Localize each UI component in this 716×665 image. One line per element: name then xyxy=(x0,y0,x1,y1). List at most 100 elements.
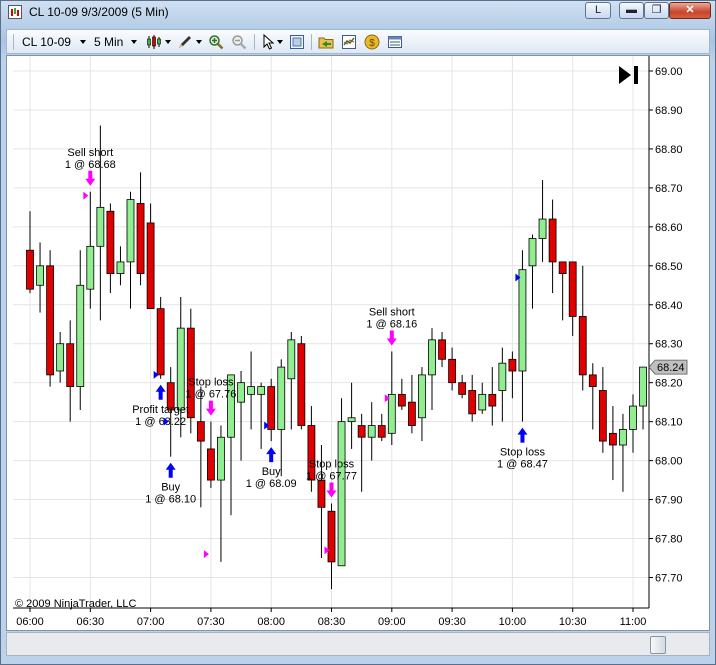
y-tick-label: 67.70 xyxy=(655,572,683,584)
candle-up xyxy=(217,425,225,562)
maximize-button[interactable]: ❐ xyxy=(644,2,669,19)
interval-selector[interactable]: 5 Min xyxy=(94,35,123,49)
zoom-in-icon[interactable] xyxy=(208,34,224,50)
candle-body xyxy=(598,390,607,442)
candle-up xyxy=(257,382,266,449)
chart-window: CL 10-09 9/3/2009 (5 Min) L ▬ ❐ ✕ CL 10-… xyxy=(0,0,716,665)
horizontal-scrollbar[interactable] xyxy=(6,632,710,656)
y-tick-label: 68.40 xyxy=(655,300,683,312)
candle-down xyxy=(407,374,416,434)
drawing-pencil-icon[interactable] xyxy=(177,34,193,50)
candle-body xyxy=(578,316,587,376)
candle-up xyxy=(538,180,547,262)
candle-down xyxy=(357,413,366,492)
candle-down xyxy=(609,406,617,481)
execution-label: Sell short xyxy=(67,147,113,159)
x-tick-label: 07:00 xyxy=(137,616,165,628)
candle-up xyxy=(639,366,647,430)
candle-body xyxy=(639,366,647,407)
cursor-dropdown-icon[interactable] xyxy=(277,40,283,44)
go-to-end-button[interactable] xyxy=(614,64,644,86)
candle-body xyxy=(629,405,637,430)
link-button[interactable]: L xyxy=(585,2,611,19)
title-bar[interactable]: CL 10-09 9/3/2009 (5 Min) L ▬ ❐ ✕ xyxy=(1,1,715,25)
candle-down xyxy=(458,374,467,399)
candle-body xyxy=(367,425,376,438)
execution-detail: 1 @ 67.77 xyxy=(306,470,357,482)
candle-down xyxy=(106,203,115,294)
candlestick-style-dropdown-icon[interactable] xyxy=(165,40,171,44)
candle-body xyxy=(588,374,597,387)
candle-body xyxy=(407,401,416,426)
execution-label: Stop loss xyxy=(309,458,355,470)
candle-down xyxy=(588,363,597,430)
candle-body xyxy=(26,249,34,290)
candle-body xyxy=(146,222,155,310)
candle-body xyxy=(176,327,185,411)
data-table-icon[interactable] xyxy=(387,34,403,50)
candle-body xyxy=(287,339,296,380)
candle-body xyxy=(619,429,627,446)
candle-body xyxy=(206,448,215,481)
candle-down xyxy=(327,503,336,590)
scrollbar-thumb[interactable] xyxy=(650,636,666,654)
candle-body xyxy=(357,425,366,438)
candle-body xyxy=(327,510,336,563)
candle-up xyxy=(418,367,426,442)
candle-body xyxy=(136,203,145,274)
candle-up xyxy=(36,242,44,313)
candle-down xyxy=(438,332,446,368)
instrument-selector[interactable]: CL 10-09 xyxy=(22,35,71,49)
chart-panel[interactable]: Sell short 1 @ 68.68 Profit target 1 @ 68.2… xyxy=(6,55,710,631)
candle-body xyxy=(377,425,386,438)
cursor-arrow-icon[interactable] xyxy=(261,34,277,50)
candle-body xyxy=(558,261,567,274)
candle-body xyxy=(126,199,135,263)
close-button[interactable]: ✕ xyxy=(669,2,711,19)
candle-up xyxy=(428,328,436,410)
sell-arrow-icon xyxy=(205,400,216,416)
x-tick-label: 07:30 xyxy=(197,616,225,628)
execution-label: Buy xyxy=(262,466,281,478)
candle-body xyxy=(528,238,537,267)
candle-body xyxy=(428,339,436,376)
x-tick-label: 09:00 xyxy=(378,616,406,628)
instrument-dropdown-icon[interactable] xyxy=(80,40,86,44)
zoom-out-icon[interactable] xyxy=(231,34,247,50)
last-price-marker: 68.24 xyxy=(648,359,688,375)
candle-body xyxy=(397,393,406,407)
candle-body xyxy=(548,218,557,263)
candle-down xyxy=(448,347,457,391)
candle-up xyxy=(629,394,637,453)
chart-properties-icon[interactable] xyxy=(289,34,305,50)
candle-body xyxy=(518,269,527,372)
sell-arrow-icon xyxy=(85,170,96,186)
indicator-chart-icon[interactable] xyxy=(341,34,357,50)
buy-arrow-icon xyxy=(165,462,176,478)
drawing-dropdown-icon[interactable] xyxy=(196,40,202,44)
candle-body xyxy=(488,393,497,407)
candle-down xyxy=(156,296,165,379)
toolbar-separator xyxy=(311,34,312,50)
y-tick-label: 68.80 xyxy=(655,144,683,156)
x-tick-label: 08:00 xyxy=(257,616,285,628)
strategy-coin-icon[interactable]: $ xyxy=(364,34,380,50)
candle-up xyxy=(277,359,286,477)
candle-up xyxy=(528,234,537,309)
candle-body xyxy=(297,343,306,426)
candlestick-style-icon[interactable] xyxy=(146,34,162,50)
candle-body xyxy=(156,308,165,376)
candle-body xyxy=(247,386,256,395)
interval-dropdown-icon[interactable] xyxy=(131,40,137,44)
y-tick-label: 68.20 xyxy=(655,378,683,390)
minimize-button[interactable]: ▬ xyxy=(619,2,644,19)
price-chart[interactable]: Sell short1 @ 68.68Profit target1 @ 68.2… xyxy=(7,56,709,630)
candle-down xyxy=(488,367,497,426)
candle-body xyxy=(257,386,266,395)
candle-down xyxy=(196,386,205,508)
execution-price-marker xyxy=(83,191,89,200)
svg-text:$: $ xyxy=(369,38,375,49)
last-price-label: 68.24 xyxy=(657,362,685,374)
execution-detail: 1 @ 67.76 xyxy=(185,389,236,401)
folder-icon[interactable] xyxy=(318,34,334,50)
